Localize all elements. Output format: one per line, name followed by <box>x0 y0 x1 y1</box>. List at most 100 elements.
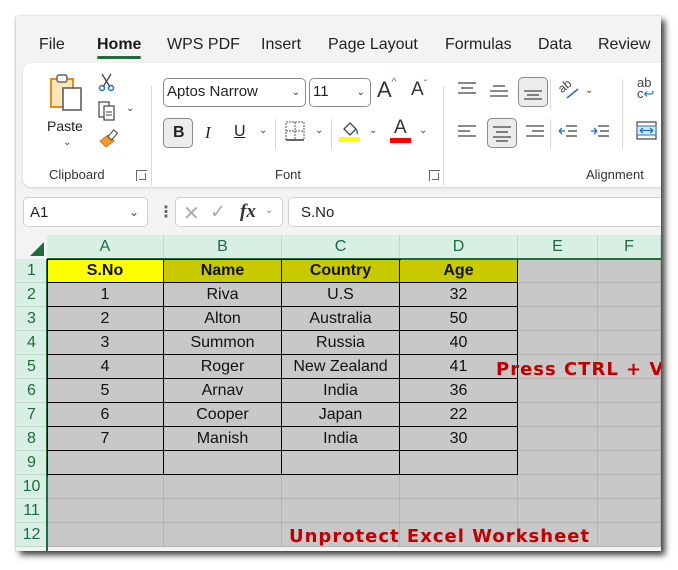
table-cell[interactable]: Cooper <box>164 403 282 427</box>
header-cell-d[interactable]: Age <box>400 259 518 283</box>
tab-wps-pdf[interactable]: WPS PDF <box>167 36 240 54</box>
table-cell[interactable]: 36 <box>400 379 518 403</box>
row-header-10[interactable]: 10 <box>16 475 47 499</box>
table-cell[interactable]: India <box>282 379 400 403</box>
tab-page-layout[interactable]: Page Layout <box>328 36 418 54</box>
table-cell[interactable]: 40 <box>400 331 518 355</box>
italic-button[interactable]: I <box>205 123 211 143</box>
table-cell[interactable]: U.S <box>282 283 400 307</box>
table-cell[interactable]: Summon <box>164 331 282 355</box>
empty-cell[interactable] <box>598 475 661 499</box>
table-cell[interactable]: 5 <box>47 379 164 403</box>
clipboard-launcher-icon[interactable] <box>136 170 147 181</box>
table-cell[interactable]: Arnav <box>164 379 282 403</box>
paste-button[interactable]: Paste ⌄ <box>41 73 91 153</box>
row-header-9[interactable]: 9 <box>16 451 47 475</box>
table-cell[interactable]: 1 <box>47 283 164 307</box>
orientation-chevron-icon[interactable]: ⌄ <box>585 85 593 96</box>
row-header-2[interactable]: 2 <box>16 283 47 307</box>
fill-color-icon[interactable] <box>339 119 361 143</box>
bold-button[interactable]: B <box>163 118 193 148</box>
empty-cell[interactable] <box>164 475 282 499</box>
header-cell-c[interactable]: Country <box>282 259 400 283</box>
table-cell[interactable]: 32 <box>400 283 518 307</box>
row-header-8[interactable]: 8 <box>16 427 47 451</box>
empty-cell[interactable] <box>518 379 598 403</box>
align-center-button[interactable] <box>487 118 517 148</box>
format-painter-icon[interactable] <box>97 127 121 151</box>
header-cell-b[interactable]: Name <box>164 259 282 283</box>
row-header-6[interactable]: 6 <box>16 379 47 403</box>
borders-icon[interactable] <box>285 121 305 141</box>
table-cell[interactable]: India <box>282 427 400 451</box>
table-cell[interactable]: 6 <box>47 403 164 427</box>
table-cell[interactable]: 2 <box>47 307 164 331</box>
empty-cell[interactable] <box>598 427 661 451</box>
empty-cell[interactable] <box>282 499 400 523</box>
name-box[interactable]: A1 ⌄ <box>23 197 148 227</box>
font-launcher-icon[interactable] <box>429 170 440 181</box>
increase-font-size-button[interactable]: A^ <box>377 77 396 103</box>
tab-insert[interactable]: Insert <box>261 36 301 54</box>
tab-home[interactable]: Home <box>97 36 142 59</box>
empty-cell[interactable] <box>598 451 661 475</box>
empty-cell[interactable] <box>598 259 661 283</box>
empty-cell[interactable] <box>598 403 661 427</box>
increase-indent-icon[interactable] <box>590 124 610 140</box>
table-cell[interactable]: 22 <box>400 403 518 427</box>
middle-align-icon[interactable] <box>489 83 509 99</box>
table-cell[interactable] <box>164 451 282 475</box>
row-header-5[interactable]: 5 <box>16 355 47 379</box>
tab-data[interactable]: Data <box>538 36 572 54</box>
table-cell[interactable]: Manish <box>164 427 282 451</box>
select-all-button[interactable] <box>16 235 47 259</box>
copy-chevron-icon[interactable]: ⌄ <box>126 103 134 114</box>
top-align-icon[interactable] <box>457 81 477 97</box>
borders-chevron-icon[interactable]: ⌄ <box>315 125 323 136</box>
empty-cell[interactable] <box>598 283 661 307</box>
empty-cell[interactable] <box>518 283 598 307</box>
column-header-c[interactable]: C <box>282 235 400 259</box>
column-header-e[interactable]: E <box>518 235 598 259</box>
table-cell[interactable]: Australia <box>282 307 400 331</box>
empty-cell[interactable] <box>47 499 164 523</box>
row-header-11[interactable]: 11 <box>16 499 47 523</box>
table-cell[interactable]: 3 <box>47 331 164 355</box>
table-cell[interactable] <box>282 451 400 475</box>
underline-button[interactable]: U <box>234 123 246 141</box>
column-header-f[interactable]: F <box>598 235 661 259</box>
table-cell[interactable]: 7 <box>47 427 164 451</box>
table-cell[interactable]: 30 <box>400 427 518 451</box>
empty-cell[interactable] <box>518 307 598 331</box>
tab-formulas[interactable]: Formulas <box>445 36 512 54</box>
empty-cell[interactable] <box>47 523 164 547</box>
empty-cell[interactable] <box>598 331 661 355</box>
column-header-b[interactable]: B <box>164 235 282 259</box>
empty-cell[interactable] <box>518 403 598 427</box>
merge-center-icon[interactable] <box>636 121 658 141</box>
table-cell[interactable]: Roger <box>164 355 282 379</box>
cut-icon[interactable] <box>97 72 117 92</box>
font-color-button[interactable]: A <box>390 117 412 143</box>
row-header-3[interactable]: 3 <box>16 307 47 331</box>
empty-cell[interactable] <box>47 475 164 499</box>
bottom-align-button[interactable] <box>518 77 548 107</box>
empty-cell[interactable] <box>164 499 282 523</box>
empty-cell[interactable] <box>598 307 661 331</box>
empty-cell[interactable] <box>518 499 598 523</box>
formula-input[interactable]: S.No <box>288 197 661 227</box>
table-cell[interactable]: Russia <box>282 331 400 355</box>
empty-cell[interactable] <box>518 475 598 499</box>
row-header-7[interactable]: 7 <box>16 403 47 427</box>
font-color-chevron-icon[interactable]: ⌄ <box>419 125 427 136</box>
empty-cell[interactable] <box>518 259 598 283</box>
table-cell[interactable]: Alton <box>164 307 282 331</box>
decrease-indent-icon[interactable] <box>558 124 578 140</box>
align-right-icon[interactable] <box>525 124 545 140</box>
empty-cell[interactable] <box>598 523 661 547</box>
font-size-dropdown[interactable]: 11 ⌄ <box>309 78 371 107</box>
empty-cell[interactable] <box>400 499 518 523</box>
header-cell-a[interactable]: S.No <box>47 259 164 283</box>
table-cell[interactable]: Japan <box>282 403 400 427</box>
row-header-4[interactable]: 4 <box>16 331 47 355</box>
